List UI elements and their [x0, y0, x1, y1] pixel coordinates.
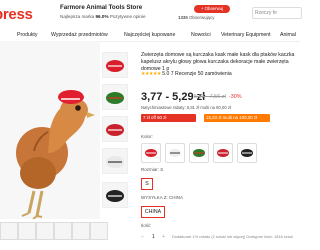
- product-title: Zwierzęta domowe są kurczaka kask małe k…: [141, 52, 295, 72]
- store-meta-suffix: Pozytywne opinie: [109, 14, 146, 19]
- search-input[interactable]: Rzeczy fe: [252, 7, 302, 19]
- helmet-red-2-icon: [106, 124, 124, 136]
- follow-button[interactable]: + Obserwuj: [194, 5, 230, 13]
- quantity-value[interactable]: 1: [152, 234, 155, 240]
- color-option-red-2[interactable]: [213, 143, 233, 163]
- main-product-image[interactable]: [0, 41, 100, 219]
- discount-badge: -30%: [229, 94, 242, 100]
- nav-item-vet[interactable]: Veterinary Equipment: [221, 32, 271, 38]
- coupon-1[interactable]: 7 zł off 60 zł: [141, 114, 196, 122]
- store-meta: Najlepsza marka 96.0% Pozytywne opinie: [60, 14, 146, 19]
- followers-info: 1335 Obserwujący: [178, 15, 214, 20]
- thumbnail-5[interactable]: [72, 222, 90, 240]
- helmet-red-icon: [145, 149, 157, 157]
- variant-image-4[interactable]: [102, 148, 128, 174]
- thumbnail-3[interactable]: [36, 222, 54, 240]
- followers-count: 1335: [178, 15, 188, 20]
- nav-item-products[interactable]: Produkty: [17, 32, 37, 38]
- helmet-white-icon: [169, 149, 181, 157]
- helmet-green-icon: [193, 149, 205, 157]
- color-label: Kolor:: [141, 134, 153, 139]
- variant-image-1[interactable]: [102, 52, 128, 78]
- nav-item-popular[interactable]: Najczęściej kupowane: [124, 32, 175, 38]
- followers-label: Obserwujący: [189, 15, 215, 20]
- aliexpress-logo[interactable]: press: [0, 6, 33, 23]
- rating-row: ★★★★★ 5.0 7 Recenzje 50 zamówienia: [141, 71, 232, 77]
- variant-image-2[interactable]: [102, 84, 128, 110]
- color-option-green[interactable]: [189, 143, 209, 163]
- thumbnail-row: [0, 222, 110, 240]
- top-header: press Farmore Animal Tools Store Najleps…: [0, 0, 302, 31]
- helmet-red-icon: [106, 60, 124, 72]
- ship-label: WYSYŁKA Z: CHINA: [141, 195, 184, 200]
- chicken-illustration: [0, 41, 100, 219]
- store-meta-prefix: Najlepsza marka: [60, 14, 95, 19]
- nav-item-sale[interactable]: Wyprzedaż przedmiotów: [51, 32, 108, 38]
- ship-option-china[interactable]: CHINA: [141, 206, 165, 218]
- size-option-s[interactable]: S: [141, 178, 153, 190]
- nav-item-new[interactable]: Nowości: [191, 32, 211, 38]
- old-price: 5,37 - 7,56 zł: [194, 94, 226, 100]
- color-option-white[interactable]: [165, 143, 185, 163]
- size-label: Rozmiar: S: [141, 167, 164, 172]
- helmet-red-icon: [217, 149, 229, 157]
- star-rating-icon: ★★★★★: [141, 71, 161, 77]
- thumbnail-2[interactable]: [18, 222, 36, 240]
- store-rating: 96.0%: [95, 14, 109, 19]
- plus-icon[interactable]: +: [162, 234, 165, 240]
- rating-value: 5.0: [162, 71, 170, 77]
- color-option-black[interactable]: [237, 143, 257, 163]
- helmet-black-icon: [106, 190, 124, 202]
- quantity-note: Dodatkowe 1% rabatu (2 sztuki lub więcej…: [172, 234, 293, 239]
- quantity-label: Ilość:: [141, 223, 152, 228]
- orders-count: 50 zamówienia: [197, 71, 232, 77]
- reviews-count[interactable]: 7 Recenzje: [171, 71, 196, 77]
- helmet-black-icon: [241, 149, 253, 157]
- minus-icon[interactable]: −: [141, 234, 144, 240]
- helmet-green-icon: [106, 92, 124, 104]
- helmet-white-icon: [106, 156, 124, 168]
- color-option-red-1[interactable]: [141, 143, 161, 163]
- instant-discount-note: Natychmiastowe rabaty: 5,81 zł multi na …: [141, 105, 231, 110]
- thumbnail-1[interactable]: [0, 222, 18, 240]
- thumbnail-6[interactable]: [90, 222, 108, 240]
- thumbnail-4[interactable]: [54, 222, 72, 240]
- variant-image-5[interactable]: [102, 182, 128, 208]
- quantity-stepper[interactable]: − 1 +: [141, 234, 167, 243]
- nav-item-animal[interactable]: Animal: [280, 32, 296, 38]
- coupon-2[interactable]: 15,23 zł multi na 100,00 zł: [204, 114, 270, 122]
- variant-image-3[interactable]: [102, 116, 128, 142]
- store-name[interactable]: Farmore Animal Tools Store: [60, 4, 142, 11]
